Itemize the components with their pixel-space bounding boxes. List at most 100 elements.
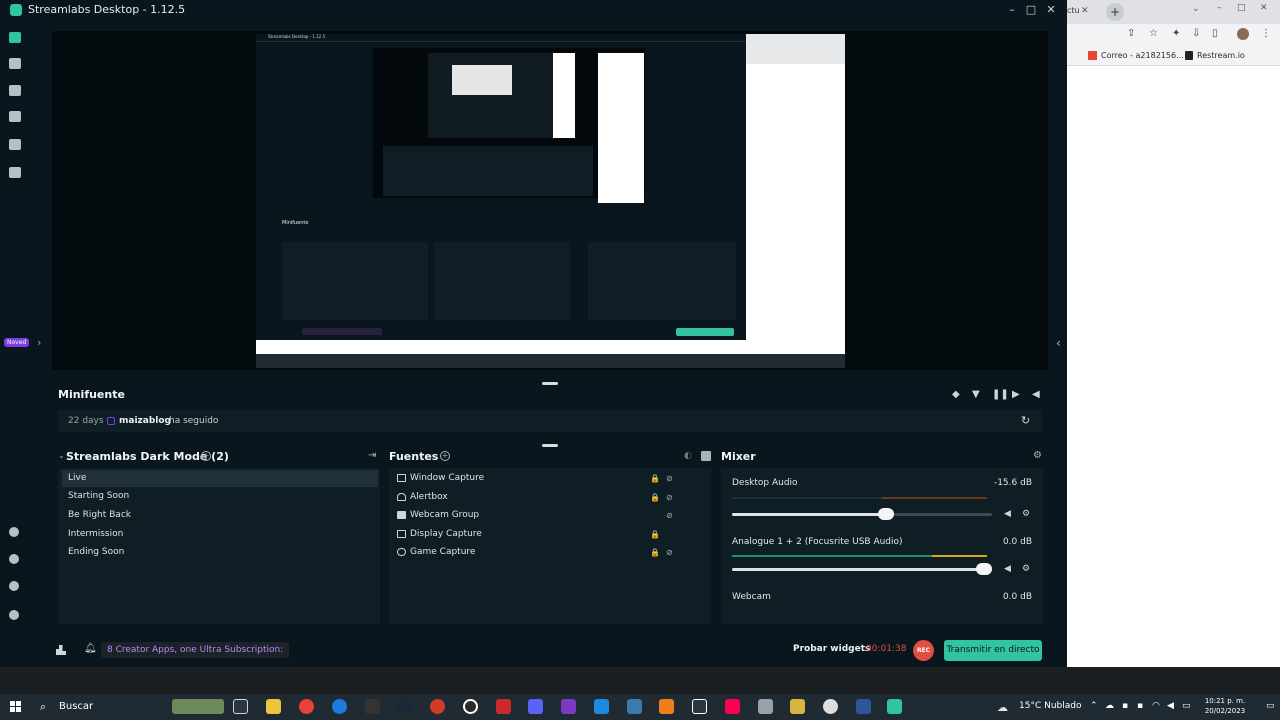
app-icon[interactable]: [758, 699, 773, 714]
weather-widget[interactable]: 15°C Nublado: [1019, 701, 1081, 711]
origin-icon[interactable]: [430, 699, 445, 714]
volume-slider[interactable]: [732, 563, 992, 575]
source-item-alertbox[interactable]: Alertbox 🔒 ⊘: [394, 489, 704, 506]
onedrive-icon[interactable]: ☁: [1105, 701, 1114, 711]
vscode-icon[interactable]: [594, 699, 609, 714]
maximize-button[interactable]: □: [1020, 0, 1042, 19]
visibility-icon[interactable]: ⊘: [666, 470, 673, 487]
studio-mode-icon[interactable]: [9, 85, 21, 96]
mute-icon[interactable]: ◀: [1004, 509, 1011, 519]
browser-tab[interactable]: ctu: [1067, 6, 1080, 15]
app-icon[interactable]: [790, 699, 805, 714]
xampp-icon[interactable]: [659, 699, 674, 714]
add-folder-icon[interactable]: [701, 451, 711, 461]
notification-bell-icon[interactable]: 🔔︎: [84, 643, 97, 654]
task-view-icon[interactable]: [233, 699, 248, 714]
app-icon[interactable]: [692, 699, 707, 714]
shield-icon[interactable]: ◆: [952, 389, 960, 400]
source-item-webcam-group[interactable]: Webcam Group ⊘: [394, 507, 704, 524]
scene-item-be-right-back[interactable]: Be Right Back: [62, 507, 378, 524]
mute-icon[interactable]: ◀: [1004, 564, 1011, 574]
visibility-icon[interactable]: ⊘: [666, 489, 673, 506]
add-scene-collection-icon[interactable]: +: [201, 451, 211, 461]
resize-handle[interactable]: [542, 382, 558, 385]
visual-studio-icon[interactable]: [561, 699, 576, 714]
event-user[interactable]: maizablog: [119, 416, 171, 426]
avatar[interactable]: [1237, 28, 1249, 40]
volume-icon[interactable]: ◀: [1032, 389, 1040, 400]
expand-nav-icon[interactable]: ›: [37, 336, 41, 349]
sidebar-icon[interactable]: ▯: [1212, 28, 1218, 39]
steam-icon[interactable]: [397, 699, 412, 714]
lock-icon[interactable]: 🔒: [650, 526, 660, 543]
taskbar-search[interactable]: Buscar: [59, 701, 93, 712]
tab-search-icon[interactable]: ⌄: [1192, 4, 1200, 14]
close-tab-icon[interactable]: ✕: [1081, 6, 1089, 16]
app-icon[interactable]: [365, 699, 380, 714]
refresh-icon[interactable]: ↻: [1021, 414, 1030, 427]
extensions-icon[interactable]: ✦: [1172, 28, 1180, 39]
edge-icon[interactable]: [332, 699, 347, 714]
visibility-icon[interactable]: ⊘: [666, 507, 673, 524]
dashboard-icon[interactable]: [9, 581, 19, 591]
visibility-icon[interactable]: ⊘: [666, 544, 673, 561]
notifications-icon[interactable]: ▭: [1266, 701, 1275, 711]
scene-item-starting-soon[interactable]: Starting Soon: [62, 488, 378, 505]
gear-icon[interactable]: ⚙: [1022, 564, 1030, 574]
news-badge[interactable]: Noved: [4, 338, 30, 347]
chevron-up-icon[interactable]: ⌃: [1090, 701, 1098, 711]
tray-app-icon[interactable]: ▪: [1122, 701, 1128, 711]
new-tab-icon[interactable]: +: [1106, 3, 1124, 21]
ultra-promo-banner[interactable]: 8 Creator Apps, one Ultra Subscription:: [101, 642, 290, 658]
record-button[interactable]: REC: [913, 640, 934, 661]
bookmark-restream[interactable]: Restream.io: [1197, 51, 1245, 60]
chrome-icon[interactable]: [299, 699, 314, 714]
lock-icon[interactable]: 🔒: [650, 544, 660, 561]
discord-icon[interactable]: [528, 699, 543, 714]
go-live-button[interactable]: Transmitir en directo: [944, 640, 1042, 661]
bookmark-correo[interactable]: Correo - a2182156...: [1101, 51, 1184, 60]
gear-icon[interactable]: ⚙: [1022, 509, 1030, 519]
themes-icon[interactable]: [9, 111, 21, 122]
transition-icon[interactable]: ⇥: [368, 450, 376, 461]
volume-slider-handle[interactable]: [976, 563, 992, 575]
bookmark-star-icon[interactable]: ☆: [1149, 28, 1158, 39]
apps-icon[interactable]: [9, 167, 21, 178]
skip-icon[interactable]: ▶: [1012, 389, 1020, 400]
menu-icon[interactable]: ⋮: [1261, 28, 1271, 39]
settings-icon[interactable]: [9, 610, 19, 620]
filter-icon[interactable]: ▼: [972, 389, 980, 400]
lock-icon[interactable]: 🔒: [650, 489, 660, 506]
app-icon[interactable]: [823, 699, 838, 714]
volume-slider[interactable]: [732, 508, 992, 520]
store-icon[interactable]: [9, 139, 21, 150]
scene-item-intermission[interactable]: Intermission: [62, 526, 378, 543]
mixer-settings-icon[interactable]: ⚙: [1033, 450, 1042, 461]
system-clock[interactable]: 10:21 p. m. 20/02/2023: [1195, 696, 1255, 716]
add-source-icon[interactable]: +: [440, 451, 450, 461]
collapse-preview-icon[interactable]: ‹: [1056, 336, 1061, 350]
obs-icon[interactable]: [463, 699, 478, 714]
resize-handle[interactable]: [542, 444, 558, 447]
tiktok-icon[interactable]: [725, 699, 740, 714]
chevron-down-icon[interactable]: ⌄: [58, 451, 65, 460]
close-button[interactable]: ✕: [1260, 3, 1268, 13]
scene-item-ending-soon[interactable]: Ending Soon: [62, 544, 378, 561]
start-button[interactable]: [10, 701, 22, 713]
volume-icon[interactable]: ◀: [1167, 701, 1174, 711]
pause-icon[interactable]: ❚❚: [992, 389, 1009, 400]
word-icon[interactable]: [856, 699, 871, 714]
close-button[interactable]: ✕: [1040, 0, 1062, 19]
source-item-game-capture[interactable]: Game Capture 🔒 ⊘: [394, 544, 704, 561]
maximize-button[interactable]: □: [1237, 3, 1246, 13]
layout-icon[interactable]: [9, 58, 21, 69]
share-icon[interactable]: ⇪: [1127, 28, 1135, 39]
help-icon[interactable]: [9, 527, 19, 537]
battery-icon[interactable]: ▭: [1182, 701, 1191, 711]
streamlabs-taskbar-icon[interactable]: [887, 699, 902, 714]
wifi-icon[interactable]: ◠: [1152, 701, 1160, 711]
app-icon[interactable]: [496, 699, 511, 714]
stream-preview[interactable]: Streamlabs Desktop - 1.12.5 Minifuente: [256, 34, 845, 368]
scene-item-live[interactable]: Live: [62, 470, 378, 487]
test-widgets-button[interactable]: Probar widgets: [793, 644, 870, 654]
